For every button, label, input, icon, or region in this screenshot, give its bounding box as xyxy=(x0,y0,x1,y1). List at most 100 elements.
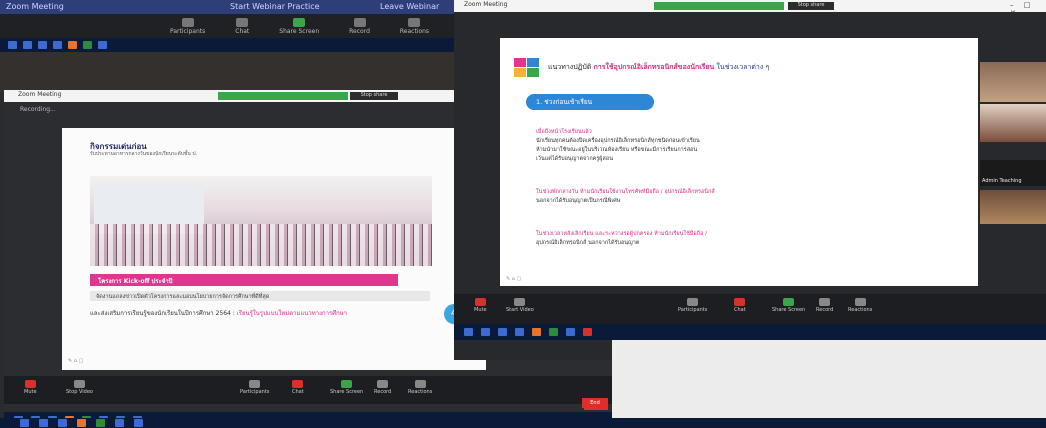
share-status-bar xyxy=(218,92,348,100)
slide-text-line: จัดงานแถลงข่าวเปิดตัวโครงการและมอบนโยบาย… xyxy=(90,291,430,301)
record-button[interactable]: Record xyxy=(374,380,391,395)
taskbar-app-icon[interactable] xyxy=(23,41,32,49)
chat-button[interactable]: Chat xyxy=(235,17,249,35)
taskbar-app-icon[interactable] xyxy=(515,328,524,336)
annotation-toolbar[interactable]: ✎ ⌂ ▢ xyxy=(506,276,521,282)
front-zoom-window: Zoom Meeting Stop share – □ ✕ แนวทางปฏิบ… xyxy=(454,0,1046,360)
record-icon xyxy=(377,380,389,388)
taskbar-app-icon[interactable] xyxy=(38,41,47,49)
video-button[interactable]: Start Video xyxy=(506,298,534,313)
taskbar-app-icon[interactable] xyxy=(77,419,86,427)
slide-text-line: ในช่วงพักกลางวัน ห้ามนักเรียนใช้งานโทรศั… xyxy=(536,189,715,195)
video-icon xyxy=(514,298,526,306)
slide-text-line: และส่งเสริมการเรียนรู้ของนักเรียนในปีการ… xyxy=(90,308,347,318)
taskbar-app-icon[interactable] xyxy=(68,41,77,49)
participants-button[interactable]: Participants xyxy=(240,380,269,395)
participant-video-tile[interactable] xyxy=(980,62,1046,102)
chat-button[interactable]: Chat xyxy=(292,380,304,395)
share-screen-button[interactable]: Share Screen xyxy=(772,298,805,313)
mute-button[interactable]: Mute xyxy=(474,298,487,313)
taskbar-app-icon[interactable] xyxy=(96,419,105,427)
participants-icon xyxy=(687,298,699,306)
front-meeting-toolbar: Mute Start Video Participants Chat Share… xyxy=(454,294,1046,324)
reactions-button[interactable]: Reactions xyxy=(400,17,429,35)
school-logo xyxy=(514,58,540,78)
participants-icon xyxy=(249,380,261,388)
reactions-icon xyxy=(414,380,426,388)
taskbar-app-icon[interactable] xyxy=(566,328,575,336)
section-pill: 1. ช่วงก่อนเข้าเรียน xyxy=(526,94,654,110)
participants-icon xyxy=(181,17,194,27)
taskbar-app-icon[interactable] xyxy=(532,328,541,336)
taskbar-app-icon[interactable] xyxy=(583,328,592,336)
start-icon[interactable] xyxy=(20,419,29,427)
slide-text-line: ห้ามนำมาใช้ขณะอยู่ในบริเวณห้องเรียน หรือ… xyxy=(536,147,698,153)
share-status-bar xyxy=(654,2,784,10)
slide-text-highlight: เรียนรู้ในรูปแบบใหม่ตามแนวทางการศึกษา xyxy=(236,310,348,317)
topbar-text: Leave Webinar xyxy=(380,2,440,11)
front-titlebar: Zoom Meeting Stop share – □ ✕ xyxy=(454,0,1046,17)
record-icon xyxy=(819,298,831,306)
taskbar-app-icon[interactable] xyxy=(134,419,143,427)
record-button[interactable]: Record xyxy=(816,298,833,313)
slide-text-line: นอกจากได้รับอนุญาตเป็นกรณีพิเศษ xyxy=(536,198,621,204)
end-meeting-button[interactable]: End xyxy=(582,398,608,408)
share-icon xyxy=(783,298,795,306)
share-icon xyxy=(341,380,353,388)
shared-slide-1: กิจกรรมเด่นก่อน รับประทานอาหารกลางวันของ… xyxy=(62,128,486,370)
recording-indicator: Recording... xyxy=(20,106,56,113)
slide-text-line: ในช่วงเวลาหลังเลิกเรียน และระหว่างรอผู้ป… xyxy=(536,231,707,237)
slide-title-prefix: แนวทางปฏิบัติ xyxy=(548,63,592,71)
stop-share-button[interactable]: Stop share xyxy=(788,2,834,10)
participant-video-tile[interactable] xyxy=(980,104,1046,142)
slide-text-line: เว้นแต่ได้รับอนุญาตจากครูผู้สอน xyxy=(536,156,613,162)
chat-icon xyxy=(236,17,249,27)
inner-meeting-toolbar: Mute Stop Video Participants Chat Share … xyxy=(4,376,612,404)
participants-button[interactable]: Participants xyxy=(170,17,205,35)
record-icon xyxy=(353,17,366,27)
video-button[interactable]: Stop Video xyxy=(66,380,93,395)
taskbar-app-icon[interactable] xyxy=(8,41,17,49)
background-toolbar: Participants Chat Share Screen Record Re… xyxy=(0,14,460,38)
mic-icon xyxy=(474,298,486,306)
taskbar-app-icon[interactable] xyxy=(53,41,62,49)
slide-title: แนวทางปฏิบัติ การใช้อุปกรณ์อิเล็กทรอนิกส… xyxy=(548,62,769,73)
taskbar-app-icon[interactable] xyxy=(39,419,48,427)
taskbar-app-icon[interactable] xyxy=(498,328,507,336)
participant-name-tile[interactable]: Admin Teaching xyxy=(980,160,1046,186)
chat-icon xyxy=(292,380,304,388)
slide-banner: โครงการ Kick-off ประจำปี xyxy=(90,274,398,286)
record-button[interactable]: Record xyxy=(349,17,370,35)
taskbar-app-icon[interactable] xyxy=(98,41,107,49)
taskbar-app-icon[interactable] xyxy=(58,419,67,427)
window-controls[interactable]: – □ ✕ xyxy=(1010,1,1046,17)
chat-button[interactable]: Chat xyxy=(734,298,746,313)
participant-video-tile[interactable] xyxy=(980,190,1046,224)
taskbar-app-icon[interactable] xyxy=(83,41,92,49)
slide-subtitle: รับประทานอาหารกลางวันของนักเรียนระดับชั้… xyxy=(90,151,198,157)
slide-text-line: เมื่อถึงหน้าโรงเรียนแล้ว xyxy=(536,129,592,135)
slide-text-line: นักเรียนทุกคนต้องปิดเครื่องอุปกรณ์อิเล็ก… xyxy=(536,138,700,144)
taskbar-app-icon[interactable] xyxy=(464,328,473,336)
taskbar-app-icon[interactable] xyxy=(549,328,558,336)
chat-icon xyxy=(734,298,746,306)
reactions-button[interactable]: Reactions xyxy=(848,298,872,313)
background-blur-area xyxy=(0,52,460,92)
reactions-button[interactable]: Reactions xyxy=(408,380,432,395)
participants-button[interactable]: Participants xyxy=(678,298,707,313)
reactions-icon xyxy=(408,17,421,27)
share-icon xyxy=(293,17,306,27)
share-screen-button[interactable]: Share Screen xyxy=(279,17,319,35)
share-screen-button[interactable]: Share Screen xyxy=(330,380,363,395)
reactions-icon xyxy=(854,298,866,306)
video-icon xyxy=(73,380,85,388)
annotation-toolbar[interactable]: ✎ ⌂ ▢ xyxy=(68,358,83,364)
taskbar-app-icon[interactable] xyxy=(115,419,124,427)
taskbar-app-icon[interactable] xyxy=(481,328,490,336)
mute-button[interactable]: Mute xyxy=(24,380,37,395)
event-photo xyxy=(90,176,432,266)
front-title: Zoom Meeting xyxy=(464,1,508,8)
mic-icon xyxy=(24,380,36,388)
stop-share-button[interactable]: Stop share xyxy=(350,92,398,100)
photo-crowd xyxy=(90,224,432,266)
